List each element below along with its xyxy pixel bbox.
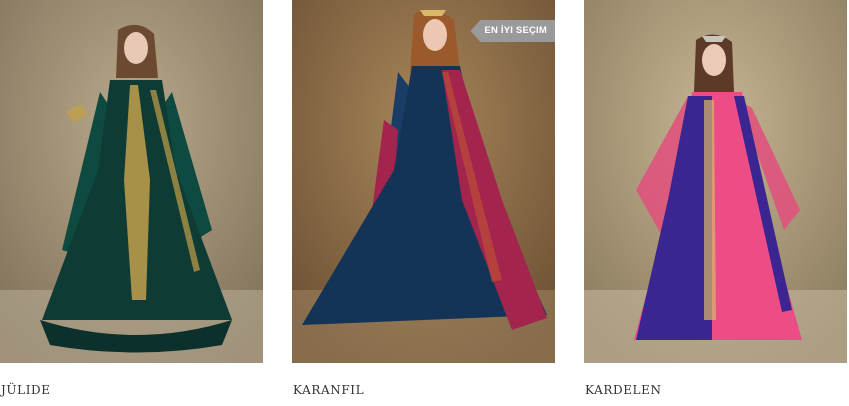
product-title[interactable]: JÜLIDE [1,383,51,397]
product-card-kardelen: KARDELEN [584,0,847,406]
product-image-kardelen[interactable] [584,0,847,363]
product-card-julide: JÜLIDE [0,0,263,406]
product-image-karanfil[interactable]: EN İYI SEÇIM [292,0,555,363]
product-grid: JÜLIDE EN İYI SEÇIM KARANFIL KARDELEN [0,0,849,406]
best-choice-badge: EN İYI SEÇIM [470,20,555,42]
product-image-julide[interactable] [0,0,263,363]
product-title[interactable]: KARANFIL [293,383,364,397]
product-title[interactable]: KARDELEN [585,383,662,397]
product-card-karanfil: EN İYI SEÇIM KARANFIL [292,0,555,406]
